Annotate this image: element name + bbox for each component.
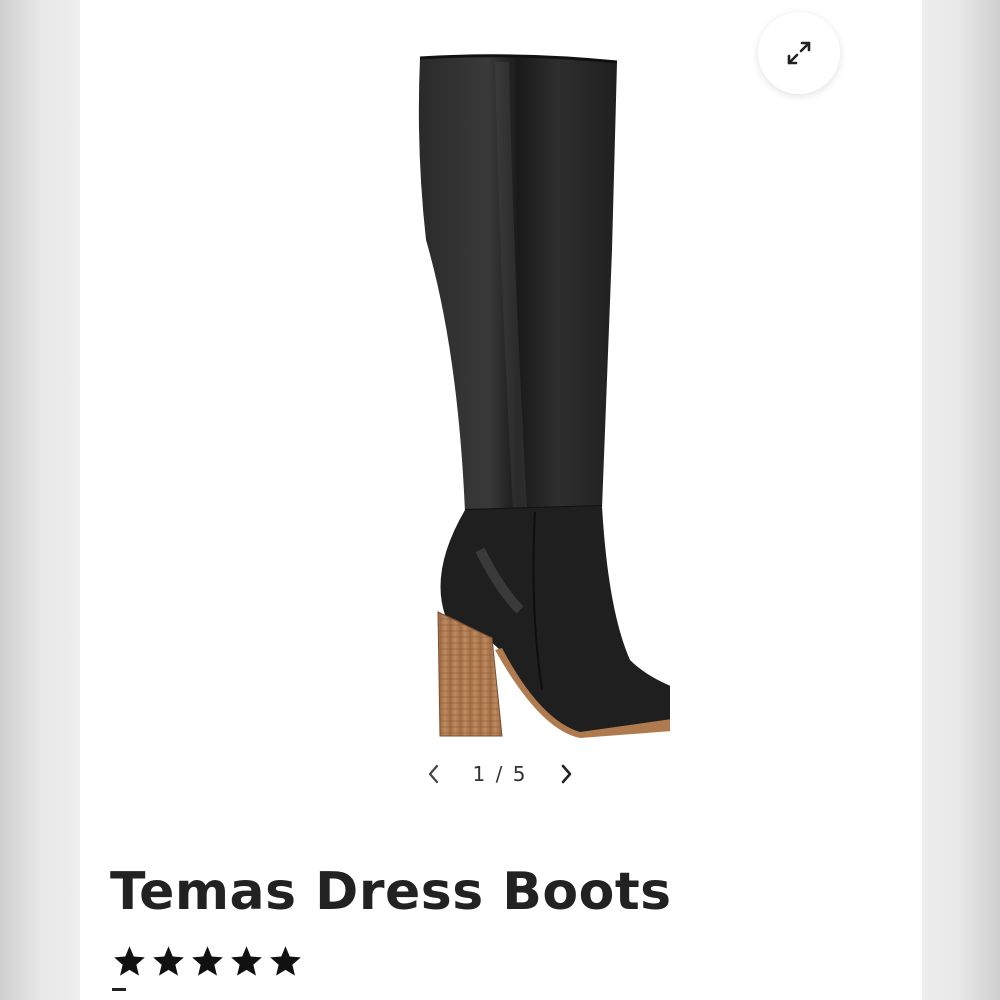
next-image-button[interactable] — [553, 752, 581, 796]
star-icon — [231, 946, 262, 976]
previous-image-button[interactable] — [419, 752, 447, 796]
product-image[interactable] — [330, 50, 740, 750]
product-page: 1 / 5 Temas Dress Boots — [80, 0, 922, 1000]
expand-image-button[interactable] — [758, 12, 840, 94]
star-icon — [270, 946, 301, 976]
rating-stars[interactable] — [112, 944, 303, 979]
chevron-right-icon — [562, 764, 572, 784]
image-pager: 1 / 5 — [410, 752, 590, 796]
current-image-index: 1 — [472, 762, 488, 786]
star-icon — [192, 946, 223, 976]
screenshot-frame: 1 / 5 Temas Dress Boots — [0, 0, 1000, 1000]
image-counter: 1 / 5 — [473, 762, 528, 786]
star-icon — [114, 946, 145, 976]
total-images: 5 — [512, 762, 528, 786]
counter-separator: / — [495, 762, 505, 786]
truncated-text-fragment — [112, 988, 126, 991]
star-icon — [153, 946, 184, 976]
chevron-left-icon — [428, 764, 438, 784]
expand-arrows-icon — [787, 41, 811, 65]
boot-image — [418, 54, 740, 738]
product-title: Temas Dress Boots — [110, 862, 672, 922]
